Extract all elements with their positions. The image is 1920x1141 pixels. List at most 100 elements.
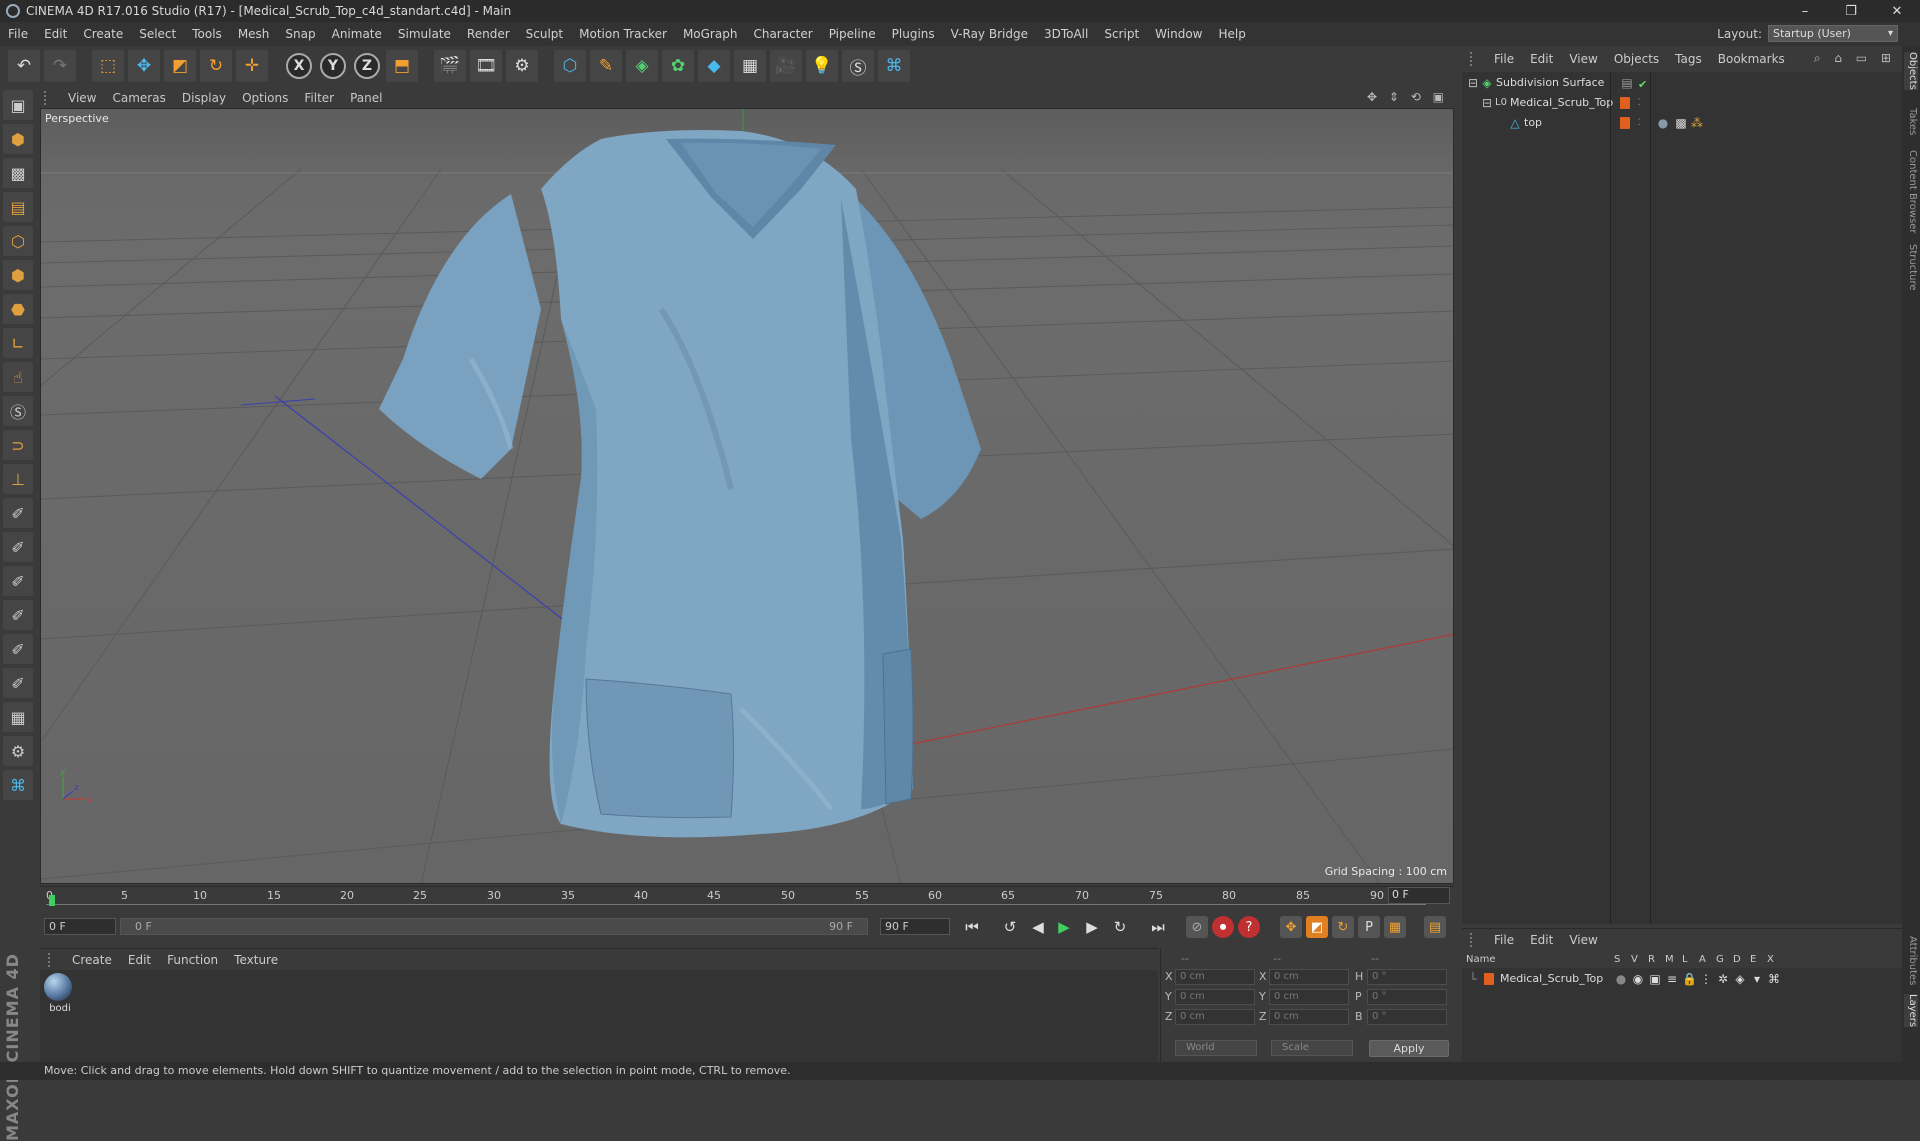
position-key-icon[interactable]: ✥ <box>1280 916 1302 938</box>
menu-motion-tracker[interactable]: Motion Tracker <box>571 27 675 41</box>
edit-render-settings-icon[interactable]: ⚙ <box>506 50 538 82</box>
enabled-check-icon[interactable]: ✔ <box>1638 76 1647 94</box>
view-toggle-icon[interactable]: ◉ <box>1631 972 1645 986</box>
animation-toggle-icon[interactable]: ⋮ <box>1699 972 1713 986</box>
menu-mesh[interactable]: Mesh <box>230 27 278 41</box>
pull-brush-icon[interactable]: ✐ <box>3 600 33 630</box>
timeline-window-icon[interactable]: ▤ <box>1424 916 1446 938</box>
tab-takes[interactable]: Takes <box>1904 108 1918 135</box>
start-frame-field[interactable]: 0 F <box>44 918 116 935</box>
play-icon[interactable]: ▶ <box>1052 915 1076 939</box>
current-frame-field[interactable]: 0 F <box>1388 887 1450 904</box>
menu-file[interactable]: File <box>0 27 36 41</box>
subdivision-surface-icon[interactable]: ◈ <box>626 50 658 82</box>
medical-scrub-top-model[interactable] <box>379 130 981 838</box>
position-z-field[interactable]: 0 cm <box>1175 1009 1255 1025</box>
object-menu-file[interactable]: File <box>1486 52 1522 66</box>
render-picture-viewer-icon[interactable]: 🎞 <box>470 50 502 82</box>
pen-spline-icon[interactable]: ✎ <box>590 50 622 82</box>
menu-pipeline[interactable]: Pipeline <box>821 27 884 41</box>
viewport-menu-display[interactable]: Display <box>174 91 234 105</box>
camera-icon[interactable]: 🎥 <box>770 50 802 82</box>
size-x-field[interactable]: 0 cm <box>1269 969 1349 985</box>
panel-grip-icon[interactable] <box>1470 932 1480 947</box>
points-mode-icon[interactable]: ⬡ <box>3 226 33 256</box>
axis-mode-icon[interactable]: ∟ <box>3 328 33 358</box>
record-keys-icon[interactable]: ⊘ <box>1186 916 1208 938</box>
tweak-mode-icon[interactable]: ☝ <box>3 362 33 392</box>
close-icon[interactable]: ✕ <box>1874 0 1920 22</box>
menu-select[interactable]: Select <box>131 27 184 41</box>
rotation-p-field[interactable]: 0 ° <box>1367 989 1447 1005</box>
restore-icon[interactable]: ❐ <box>1828 0 1874 22</box>
preview-range-slider[interactable]: 0 F 90 F <box>120 918 868 935</box>
layer-menu-file[interactable]: File <box>1486 933 1522 947</box>
coordinate-system-dropdown[interactable]: World <box>1175 1040 1257 1056</box>
scale-key-icon[interactable]: ◩ <box>1306 916 1328 938</box>
grab-brush-icon[interactable]: ✐ <box>3 566 33 596</box>
layer-color-icon[interactable] <box>1484 973 1494 985</box>
object-manager-search-icons[interactable]: ⌕ ⌂ ▭ ⊞ <box>1814 51 1896 66</box>
live-selection-icon[interactable]: ⬚ <box>92 50 124 82</box>
visibility-dots-icon[interactable]: ⁚ <box>1632 96 1646 110</box>
viewport-menu-options[interactable]: Options <box>234 91 296 105</box>
material-menu-texture[interactable]: Texture <box>226 953 286 967</box>
go-to-end-icon[interactable]: ⏭ <box>1146 915 1170 939</box>
size-y-field[interactable]: 0 cm <box>1269 989 1349 1005</box>
position-x-field[interactable]: 0 cm <box>1175 969 1255 985</box>
tab-objects[interactable]: Objects <box>1904 52 1918 90</box>
world-coordinates-icon[interactable]: ⬒ <box>386 50 418 82</box>
menu-3dtoall[interactable]: 3DToAll <box>1036 27 1096 41</box>
menu-simulate[interactable]: Simulate <box>390 27 459 41</box>
workplane-mode-icon[interactable]: ▤ <box>3 192 33 222</box>
redo-icon[interactable]: ↷ <box>44 50 76 82</box>
menu-snap[interactable]: Snap <box>277 27 323 41</box>
panel-grip-icon[interactable] <box>48 952 58 967</box>
edges-mode-icon[interactable]: ⬢ <box>3 260 33 290</box>
xref-toggle-icon[interactable]: ⌘ <box>1767 972 1781 986</box>
polygons-mode-icon[interactable]: ⬣ <box>3 294 33 324</box>
z-axis-icon[interactable]: Z <box>354 53 380 79</box>
undo-icon[interactable]: ↶ <box>8 50 40 82</box>
menu-help[interactable]: Help <box>1210 27 1253 41</box>
make-editable-icon[interactable]: ▣ <box>3 90 33 120</box>
menu-character[interactable]: Character <box>745 27 820 41</box>
object-menu-edit[interactable]: Edit <box>1522 52 1561 66</box>
floor-icon[interactable]: ▦ <box>734 50 766 82</box>
menu-mograph[interactable]: MoGraph <box>675 27 746 41</box>
cloth-brush-icon[interactable]: ⚙ <box>3 736 33 766</box>
cloner-icon[interactable]: ✿ <box>662 50 694 82</box>
panel-grip-icon[interactable] <box>1470 52 1480 66</box>
expressions-toggle-icon[interactable]: ▾ <box>1750 972 1764 986</box>
rotate-icon[interactable]: ↻ <box>200 50 232 82</box>
3dtoall-icon[interactable]: Ⓢ <box>842 50 874 82</box>
menu-edit[interactable]: Edit <box>36 27 75 41</box>
python-script-icon[interactable]: ⌘ <box>3 770 33 800</box>
menu-animate[interactable]: Animate <box>324 27 390 41</box>
menu-create[interactable]: Create <box>75 27 131 41</box>
snapping-icon[interactable]: ⊃ <box>3 430 33 460</box>
size-z-field[interactable]: 0 cm <box>1269 1009 1349 1025</box>
timeline-ruler[interactable]: 0 5 10 15 20 25 30 35 40 45 50 55 60 65 … <box>40 886 1454 906</box>
lock-grid-icon[interactable]: ▦ <box>3 702 33 732</box>
lock-toggle-icon[interactable]: 🔒 <box>1682 972 1697 986</box>
deformers-toggle-icon[interactable]: ◈ <box>1733 972 1747 986</box>
layout-dropdown[interactable]: Startup (User) <box>1768 25 1898 42</box>
layer-icon[interactable]: ▤ <box>1620 76 1634 90</box>
autokey-icon[interactable]: ⏺ <box>1212 916 1234 938</box>
object-row-medical-scrub-top[interactable]: ⊟ L0 Medical_Scrub_Top ⁚ <box>1462 94 1902 112</box>
rotation-b-field[interactable]: 0 ° <box>1367 1009 1447 1025</box>
transform-icon[interactable]: ✛ <box>236 50 268 82</box>
smooth-brush-icon[interactable]: ✐ <box>3 532 33 562</box>
solo-mode-icon[interactable]: Ⓢ <box>3 396 33 426</box>
viewport-menu-view[interactable]: View <box>60 91 104 105</box>
texture-tag-icon[interactable]: ▩ <box>1674 116 1688 130</box>
solo-toggle-icon[interactable]: ● <box>1614 972 1628 986</box>
texture-mode-icon[interactable]: ▩ <box>3 158 33 188</box>
collapse-icon[interactable]: ⊟ <box>1480 96 1494 110</box>
x-axis-icon[interactable]: X <box>286 53 312 79</box>
viewport-navigation-icons[interactable]: ✥ ⇕ ⟲ ▣ <box>1367 90 1448 104</box>
render-toggle-icon[interactable]: ▣ <box>1648 972 1662 986</box>
layer-color-icon[interactable] <box>1620 97 1630 109</box>
visibility-dots-icon[interactable]: ⁚ <box>1632 116 1646 130</box>
